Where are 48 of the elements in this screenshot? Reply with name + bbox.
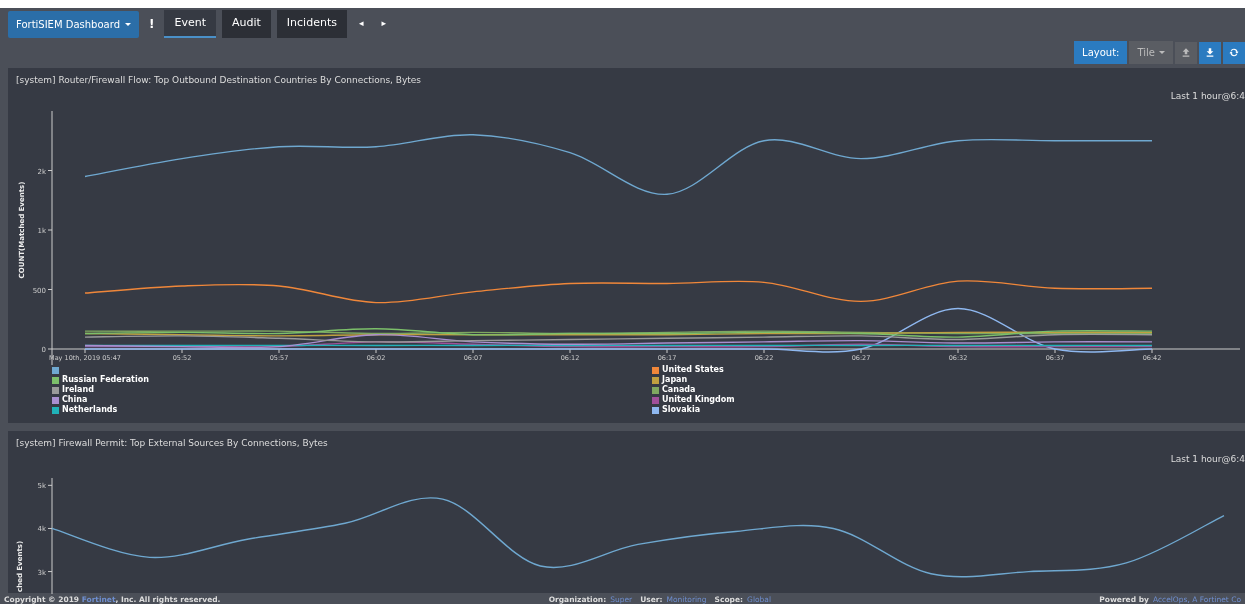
- refresh-icon: [1229, 47, 1239, 58]
- tab[interactable]: Event: [164, 9, 216, 39]
- legend-label: United Kingdom: [662, 394, 735, 405]
- y-tick: [47, 289, 53, 290]
- legend-label: Canada: [662, 384, 696, 395]
- caret-icon: [1159, 51, 1165, 54]
- x-tick: [569, 348, 571, 354]
- layout-label: Layout:: [1074, 41, 1128, 64]
- x-tick: [84, 348, 86, 354]
- legend-label: Ireland: [62, 384, 94, 395]
- x-tick: [1054, 348, 1056, 354]
- x-tick: [763, 348, 765, 354]
- previous-button[interactable]: ◂: [352, 17, 370, 31]
- dashboard-menu[interactable]: FortiSIEM Dashboard: [8, 10, 139, 38]
- x-tick: [957, 348, 959, 354]
- y-tick: [47, 170, 53, 171]
- legend-label: Slovakia: [662, 404, 701, 416]
- x-tick: [278, 348, 280, 354]
- next-button[interactable]: ▸: [375, 17, 392, 31]
- legend-label: China: [62, 394, 88, 405]
- refresh-button[interactable]: [1223, 41, 1245, 64]
- tab[interactable]: Incidents: [276, 9, 347, 39]
- legend-label: Netherlands: [62, 404, 118, 416]
- legend-label: Japan: [662, 374, 688, 385]
- y-tick: [47, 348, 53, 350]
- y-tick: [47, 484, 53, 486]
- upload-icon: [1181, 47, 1191, 58]
- time-range: Last 1 hour@6:4: [1170, 89, 1245, 103]
- layout-dropdown[interactable]: Tile: [1129, 41, 1173, 64]
- x-tick: [375, 348, 377, 354]
- x-tick: [181, 348, 183, 354]
- legend-label: Russian Federation: [62, 374, 149, 385]
- caret-icon: [125, 22, 131, 26]
- panel-title: [system] Router/Firewall Flow: Top Outbound Destination Countries By Connections, Bytes: [15, 74, 423, 87]
- x-tick: [666, 348, 668, 354]
- x-tick: [1151, 348, 1153, 354]
- y-tick: [47, 527, 53, 529]
- time-range: Last 1 hour@6:4: [1170, 452, 1245, 466]
- alert-mark: !: [148, 16, 156, 33]
- panel-title: [system] Firewall Permit: Top External Sources By Connections, Bytes: [15, 437, 329, 450]
- x-tick: [860, 348, 862, 354]
- x-tick: [472, 348, 474, 354]
- tab[interactable]: Audit: [222, 9, 271, 39]
- download-button[interactable]: [1199, 41, 1221, 64]
- y-tick: [47, 571, 53, 573]
- y-tick: [47, 229, 53, 231]
- download-icon: [1205, 47, 1215, 58]
- legend-label: United States: [662, 364, 724, 375]
